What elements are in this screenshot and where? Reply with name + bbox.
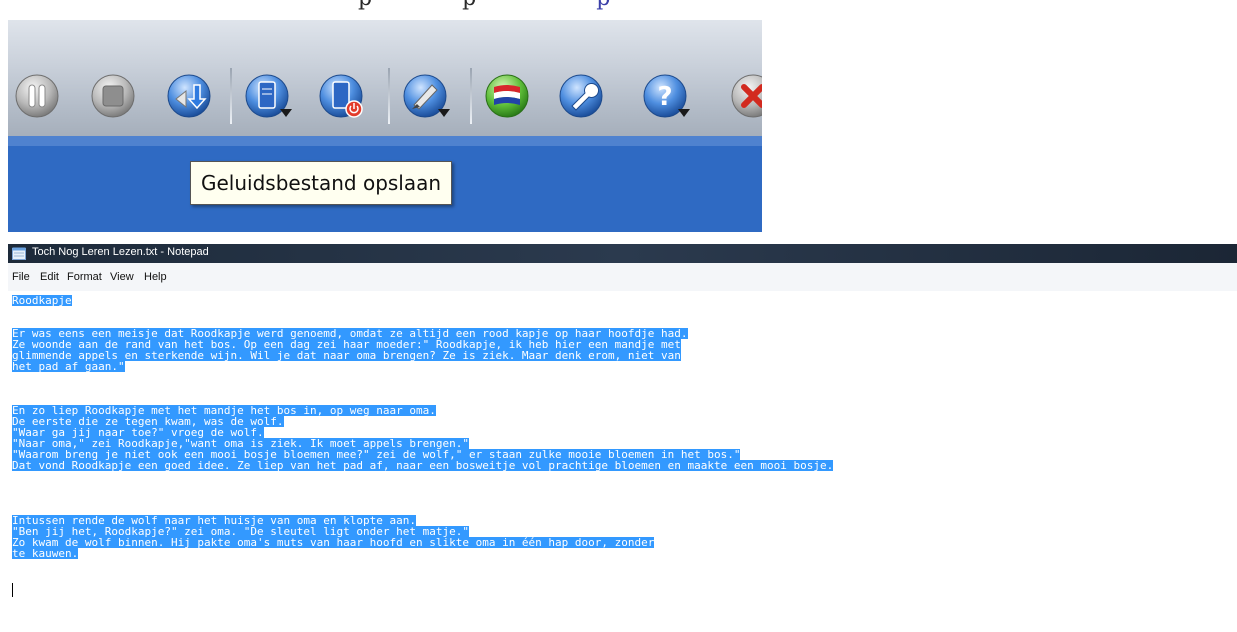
text-editor[interactable]: Roodkapje Er was eens een meisje dat Roo…: [8, 291, 1237, 632]
menu-view[interactable]: View: [110, 271, 134, 283]
menu-bar: File Edit Format View Help: [8, 263, 1237, 292]
toolbar-separator: [230, 68, 232, 124]
menu-edit[interactable]: Edit: [40, 271, 59, 283]
wrench-icon: [559, 74, 603, 118]
window-title: Toch Nog Leren Lezen.txt - Notepad: [32, 246, 209, 258]
toolbar-separator: [470, 68, 472, 124]
pause-button[interactable]: [14, 73, 60, 119]
brush-down-icon: [403, 74, 450, 118]
cropped-text-strip: ppp: [8, 0, 762, 20]
document-menu-button[interactable]: [244, 73, 292, 119]
toolbar-separator: [388, 68, 390, 124]
pause-icon: [15, 74, 59, 118]
save-audio-icon: [167, 74, 211, 118]
tooltip: Geluidsbestand opslaan: [190, 161, 453, 205]
document-power-icon: [319, 74, 363, 118]
close-icon: [731, 74, 762, 118]
cropped-text: ppp: [358, 0, 610, 11]
close-button[interactable]: [730, 73, 762, 119]
toolbar-screenshot: ppp: [8, 0, 762, 232]
menu-format[interactable]: Format: [67, 271, 102, 283]
help-menu-button[interactable]: ?: [642, 73, 690, 119]
text-line: Roodkapje: [12, 294, 72, 307]
document-down-icon: [245, 74, 292, 118]
toolbar-shadow: [8, 136, 762, 146]
help-down-icon: ?: [643, 74, 690, 118]
brush-menu-button[interactable]: [402, 73, 450, 119]
svg-text:?: ?: [657, 82, 672, 112]
dutch-flag-icon: [485, 74, 529, 118]
text-line: te kauwen.: [12, 547, 79, 560]
text-line: het pad af gaan.": [12, 360, 125, 373]
notepad-icon: [12, 247, 26, 260]
text-line: Zo kwam de wolf binnen. Hij pakte oma's …: [12, 536, 655, 549]
notepad-window: Toch Nog Leren Lezen.txt - Notepad File …: [8, 244, 1237, 632]
text-line: Dat vond Roodkapje een goed idee. Ze lie…: [12, 459, 834, 472]
language-button[interactable]: [484, 73, 530, 119]
title-bar: Toch Nog Leren Lezen.txt - Notepad: [8, 244, 1237, 263]
stop-button[interactable]: [90, 73, 136, 119]
stop-icon: [91, 74, 135, 118]
menu-file[interactable]: File: [12, 271, 30, 283]
document-power-button[interactable]: [318, 73, 364, 119]
settings-button[interactable]: [558, 73, 604, 119]
text-caret: [12, 583, 13, 597]
save-audio-button[interactable]: [166, 73, 212, 119]
menu-help[interactable]: Help: [144, 271, 167, 283]
